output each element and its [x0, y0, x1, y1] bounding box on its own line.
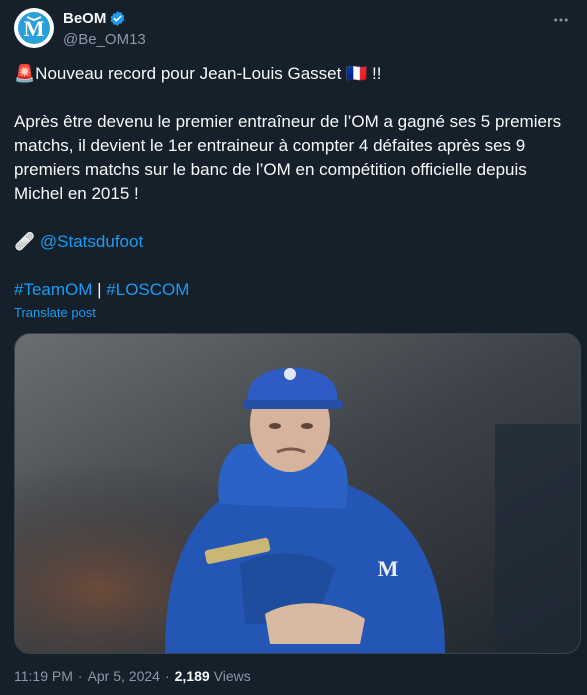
- post-date[interactable]: Apr 5, 2024: [88, 668, 160, 684]
- display-name[interactable]: BeOM: [63, 10, 106, 27]
- hashtag-separator: |: [92, 280, 107, 299]
- post-text: 🚨Nouveau record pour Jean-Louis Gasset 🇫…: [14, 62, 576, 302]
- post-line-1: 🚨Nouveau record pour Jean-Louis Gasset 🇫…: [14, 62, 576, 86]
- separator-dot: ·: [164, 668, 170, 684]
- post-line-1-end: !!: [367, 64, 382, 83]
- handle[interactable]: @Be_OM13: [63, 31, 146, 48]
- france-flag-emoji: 🇫🇷: [346, 64, 368, 83]
- bandage-emoji: 🩹: [14, 232, 36, 251]
- post-body: Après être devenu le premier entraîneur …: [14, 112, 562, 203]
- post-metadata: 11:19 PM · Apr 5, 2024 · 2,189 Views: [14, 668, 251, 684]
- post-line-1-text: Nouveau record pour Jean-Louis Gasset: [35, 64, 347, 83]
- post-time[interactable]: 11:19 PM: [14, 668, 73, 684]
- hashtag-loscom[interactable]: #LOSCOM: [106, 280, 189, 299]
- siren-emoji: 🚨: [14, 64, 36, 83]
- post-header: M BeOM @Be_OM13: [14, 8, 573, 50]
- post-credit: 🩹 @Statsdufoot: [14, 230, 576, 254]
- translate-post-link[interactable]: Translate post: [14, 305, 96, 320]
- mention-link[interactable]: @Statsdufoot: [40, 232, 143, 251]
- views-label: Views: [213, 668, 251, 684]
- avatar[interactable]: M: [14, 8, 54, 48]
- separator-dot: ·: [77, 668, 83, 684]
- hashtags: #TeamOM | #LOSCOM: [14, 278, 576, 302]
- hashtag-teamom[interactable]: #TeamOM: [14, 280, 92, 299]
- coach-photo: M: [15, 334, 580, 653]
- account-names: BeOM @Be_OM13: [63, 9, 146, 49]
- views-count: 2,189: [174, 668, 210, 684]
- post-image[interactable]: M: [14, 333, 581, 654]
- svg-text:M: M: [378, 556, 399, 581]
- om-logo-icon: M: [18, 12, 50, 44]
- more-dots-icon[interactable]: [549, 8, 573, 32]
- verified-badge-icon: [109, 10, 126, 27]
